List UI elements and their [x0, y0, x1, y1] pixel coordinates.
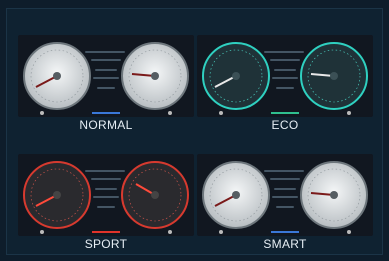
status-bar	[197, 109, 373, 117]
cluster-normal	[18, 35, 194, 117]
cluster-smart	[197, 154, 373, 236]
status-bar	[18, 109, 194, 117]
tachometer-gauge	[120, 160, 190, 230]
mode-label-normal: NORMAL	[79, 118, 133, 132]
cluster-sport	[18, 154, 194, 236]
tachometer-gauge	[299, 41, 369, 111]
tachometer-gauge	[120, 41, 190, 111]
tachometer-gauge	[299, 160, 369, 230]
status-bar	[18, 228, 194, 236]
mode-label-eco: ECO	[271, 118, 299, 132]
status-bar	[197, 228, 373, 236]
cluster-eco	[197, 35, 373, 117]
drive-mode-comparison: NORMAL ECO SPORT SMART	[6, 8, 383, 255]
mode-label-smart: SMART	[263, 237, 307, 251]
mode-label-sport: SPORT	[84, 237, 128, 251]
